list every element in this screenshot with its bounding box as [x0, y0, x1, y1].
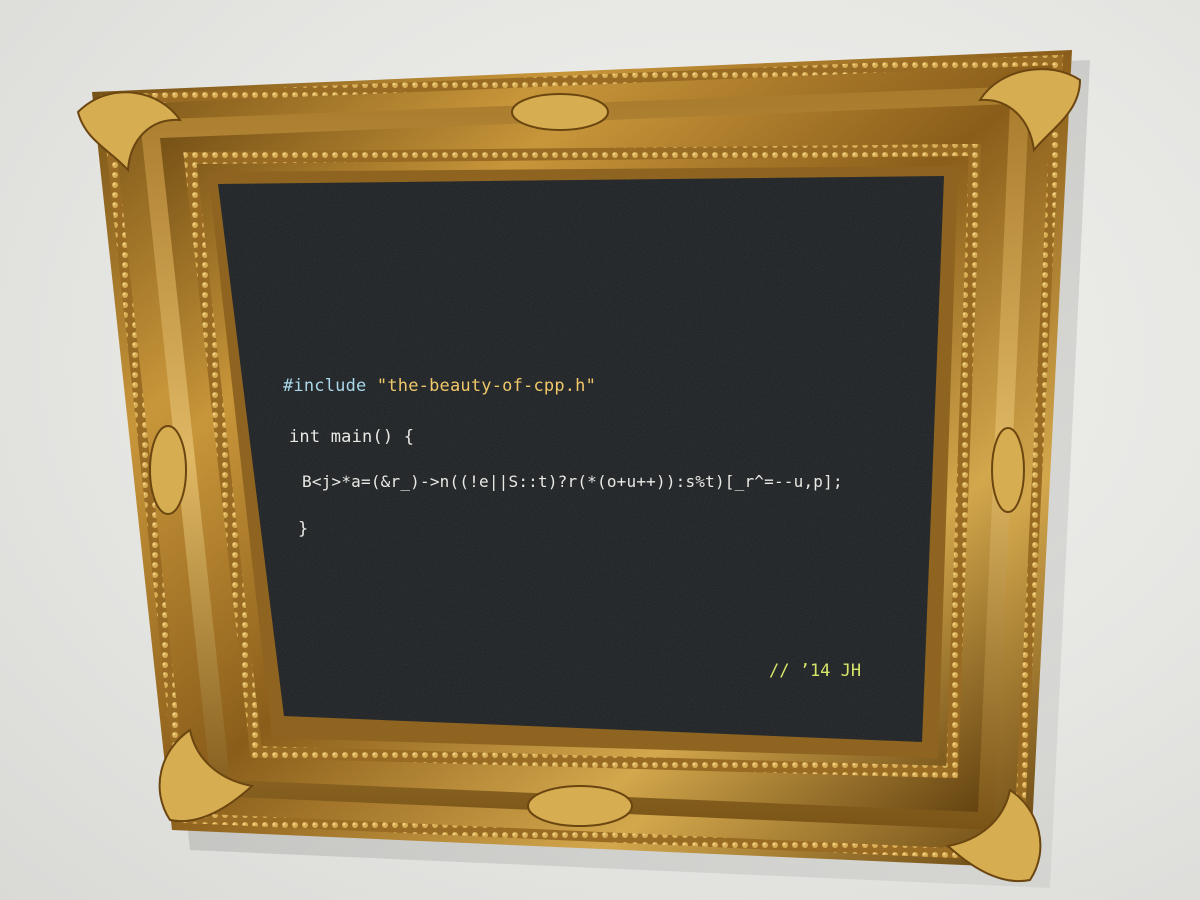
code-include-line: #include "the-beauty-of-cpp.h" — [283, 376, 596, 396]
code-main-signature: int main() { — [289, 427, 415, 447]
chalkboard-texture — [218, 176, 944, 742]
include-filename: "the-beauty-of-cpp.h" — [376, 376, 597, 396]
artist-signature: // ’14 JH — [769, 661, 862, 681]
gilded-frame — [76, 50, 1090, 888]
code-closing-brace: } — [298, 519, 309, 539]
code-body-statement: B<j>*a=(&r_)->n((!e||S::t)?r(*(o+u++)):s… — [302, 472, 843, 491]
include-directive: #include — [283, 376, 367, 396]
framed-artwork-photo: #include "the-beauty-of-cpp.h" int main(… — [0, 0, 1200, 900]
